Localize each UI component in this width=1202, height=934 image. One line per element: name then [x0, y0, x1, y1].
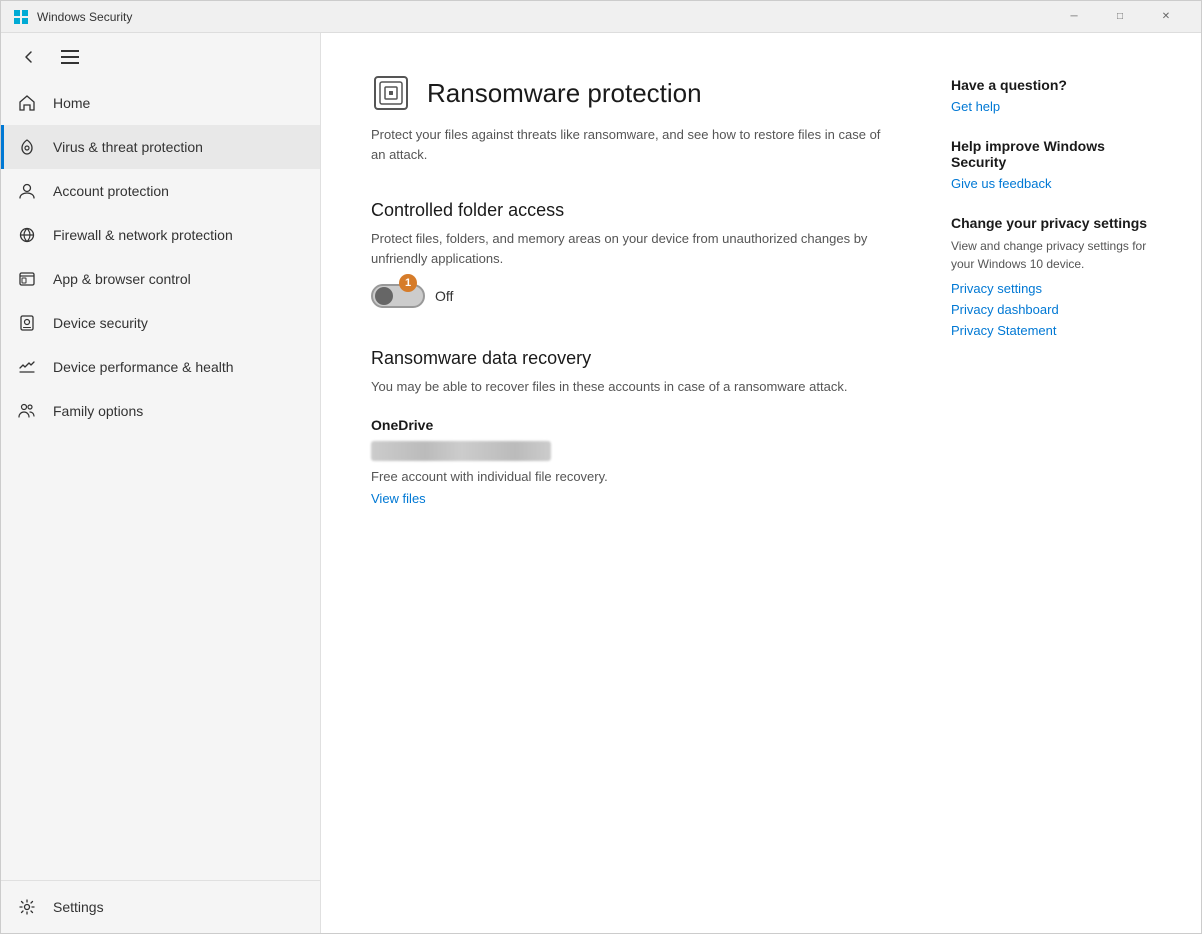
main-content: Ransomware protection Protect your files… [371, 73, 891, 893]
home-icon [17, 93, 37, 113]
window-controls: ─ □ ✕ [1051, 1, 1189, 33]
device-security-icon [17, 313, 37, 333]
firewall-icon [17, 225, 37, 245]
minimize-button[interactable]: ─ [1051, 1, 1097, 33]
get-help-link[interactable]: Get help [951, 99, 1151, 114]
toggle-container: 1 Off [371, 284, 891, 308]
sidebar-item-label: Family options [53, 403, 143, 419]
sidebar-item-virus[interactable]: Virus & threat protection [1, 125, 320, 169]
onedrive-avatar [371, 441, 551, 461]
menu-button[interactable] [57, 46, 83, 68]
sidebar-item-label: Device performance & health [53, 359, 234, 375]
right-panel: Have a question? Get help Help improve W… [951, 73, 1151, 893]
account-icon [17, 181, 37, 201]
onedrive-label: OneDrive [371, 417, 891, 433]
page-subtitle: Protect your files against threats like … [371, 125, 891, 164]
view-files-link[interactable]: View files [371, 491, 426, 506]
controlled-folder-desc: Protect files, folders, and memory areas… [371, 229, 891, 268]
onedrive-info: Free account with individual file recove… [371, 469, 891, 484]
privacy-settings-link[interactable]: Privacy settings [951, 281, 1151, 296]
settings-label: Settings [53, 899, 104, 915]
privacy-title: Change your privacy settings [951, 215, 1151, 231]
app-body: Home Virus & threat protection [1, 33, 1201, 933]
sidebar-top [1, 33, 320, 81]
privacy-statement-link[interactable]: Privacy Statement [951, 323, 1151, 338]
app-window: Windows Security ─ □ ✕ [0, 0, 1202, 934]
app-icon [13, 9, 29, 25]
close-button[interactable]: ✕ [1143, 1, 1189, 33]
improve-title: Help improve Windows Security [951, 138, 1151, 170]
sidebar-item-account[interactable]: Account protection [1, 169, 320, 213]
sidebar-item-label: Firewall & network protection [53, 227, 233, 243]
sidebar-item-label: Virus & threat protection [53, 139, 203, 155]
sidebar-item-home[interactable]: Home [1, 81, 320, 125]
help-title: Have a question? [951, 77, 1151, 93]
privacy-desc: View and change privacy settings for you… [951, 237, 1151, 273]
controlled-folder-title: Controlled folder access [371, 200, 891, 221]
sidebar-item-app-browser[interactable]: App & browser control [1, 257, 320, 301]
virus-icon [17, 137, 37, 157]
sidebar-item-label: Device security [53, 315, 148, 331]
data-recovery-desc: You may be able to recover files in thes… [371, 377, 891, 397]
toggle-label: Off [435, 288, 453, 304]
page-header: Ransomware protection [371, 73, 891, 113]
sidebar-item-label: App & browser control [53, 271, 191, 287]
settings-icon [17, 897, 37, 917]
family-icon [17, 401, 37, 421]
privacy-dashboard-link[interactable]: Privacy dashboard [951, 302, 1151, 317]
toggle-badge: 1 [399, 274, 417, 292]
sidebar-item-label: Account protection [53, 183, 169, 199]
sidebar-item-device-health[interactable]: Device performance & health [1, 345, 320, 389]
page-icon [371, 73, 411, 113]
nav-items: Home Virus & threat protection [1, 81, 320, 880]
content-area: Ransomware protection Protect your files… [321, 33, 1201, 933]
page-title: Ransomware protection [427, 78, 702, 109]
sidebar-item-device-security[interactable]: Device security [1, 301, 320, 345]
device-health-icon [17, 357, 37, 377]
sidebar-item-firewall[interactable]: Firewall & network protection [1, 213, 320, 257]
toggle-switch[interactable] [371, 284, 425, 308]
sidebar: Home Virus & threat protection [1, 33, 321, 933]
feedback-link[interactable]: Give us feedback [951, 176, 1151, 191]
titlebar: Windows Security ─ □ ✕ [1, 1, 1201, 33]
data-recovery-title: Ransomware data recovery [371, 348, 891, 369]
sidebar-bottom: Settings [1, 880, 320, 933]
back-button[interactable] [13, 41, 45, 73]
maximize-button[interactable]: □ [1097, 1, 1143, 33]
sidebar-item-family[interactable]: Family options [1, 389, 320, 433]
toggle-knob [375, 287, 393, 305]
settings-nav-item[interactable]: Settings [1, 885, 320, 929]
sidebar-item-label: Home [53, 95, 90, 111]
app-browser-icon [17, 269, 37, 289]
window-title: Windows Security [37, 10, 1051, 24]
